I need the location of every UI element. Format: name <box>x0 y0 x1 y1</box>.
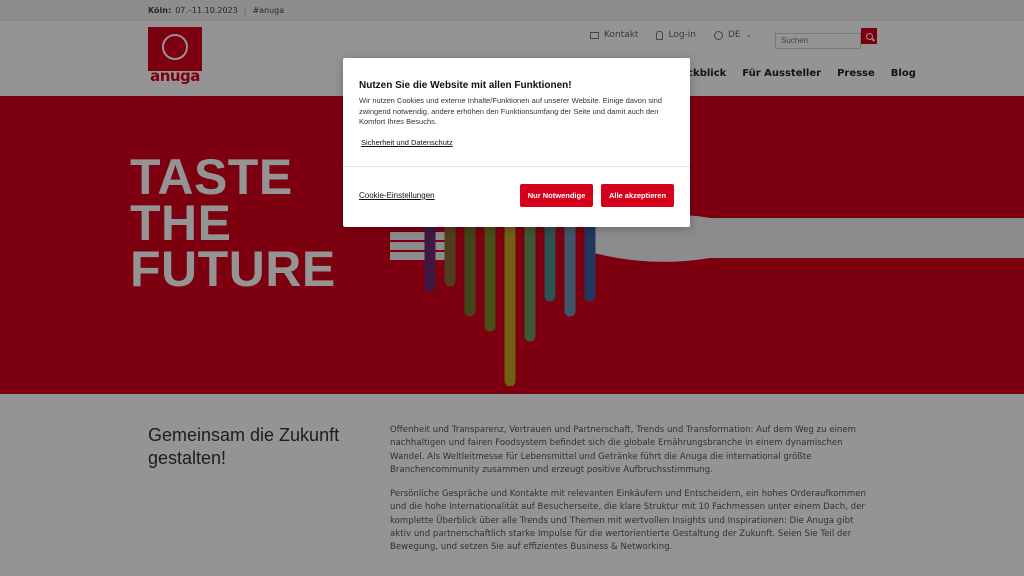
cookie-description: Wir nutzen Cookies und externe Inhalte/F… <box>359 96 662 126</box>
cookie-settings-link[interactable]: Cookie-Einstellungen <box>359 191 435 200</box>
only-necessary-button[interactable]: Nur Notwendige <box>520 184 593 207</box>
privacy-link[interactable]: Sicherheit und Datenschutz <box>361 138 453 147</box>
cookie-consent-dialog: Nutzen Sie die Website mit allen Funktio… <box>343 58 690 227</box>
cookie-title: Nutzen Sie die Website mit allen Funktio… <box>359 80 572 91</box>
accept-all-button[interactable]: Alle akzeptieren <box>601 184 674 207</box>
divider <box>343 166 690 167</box>
